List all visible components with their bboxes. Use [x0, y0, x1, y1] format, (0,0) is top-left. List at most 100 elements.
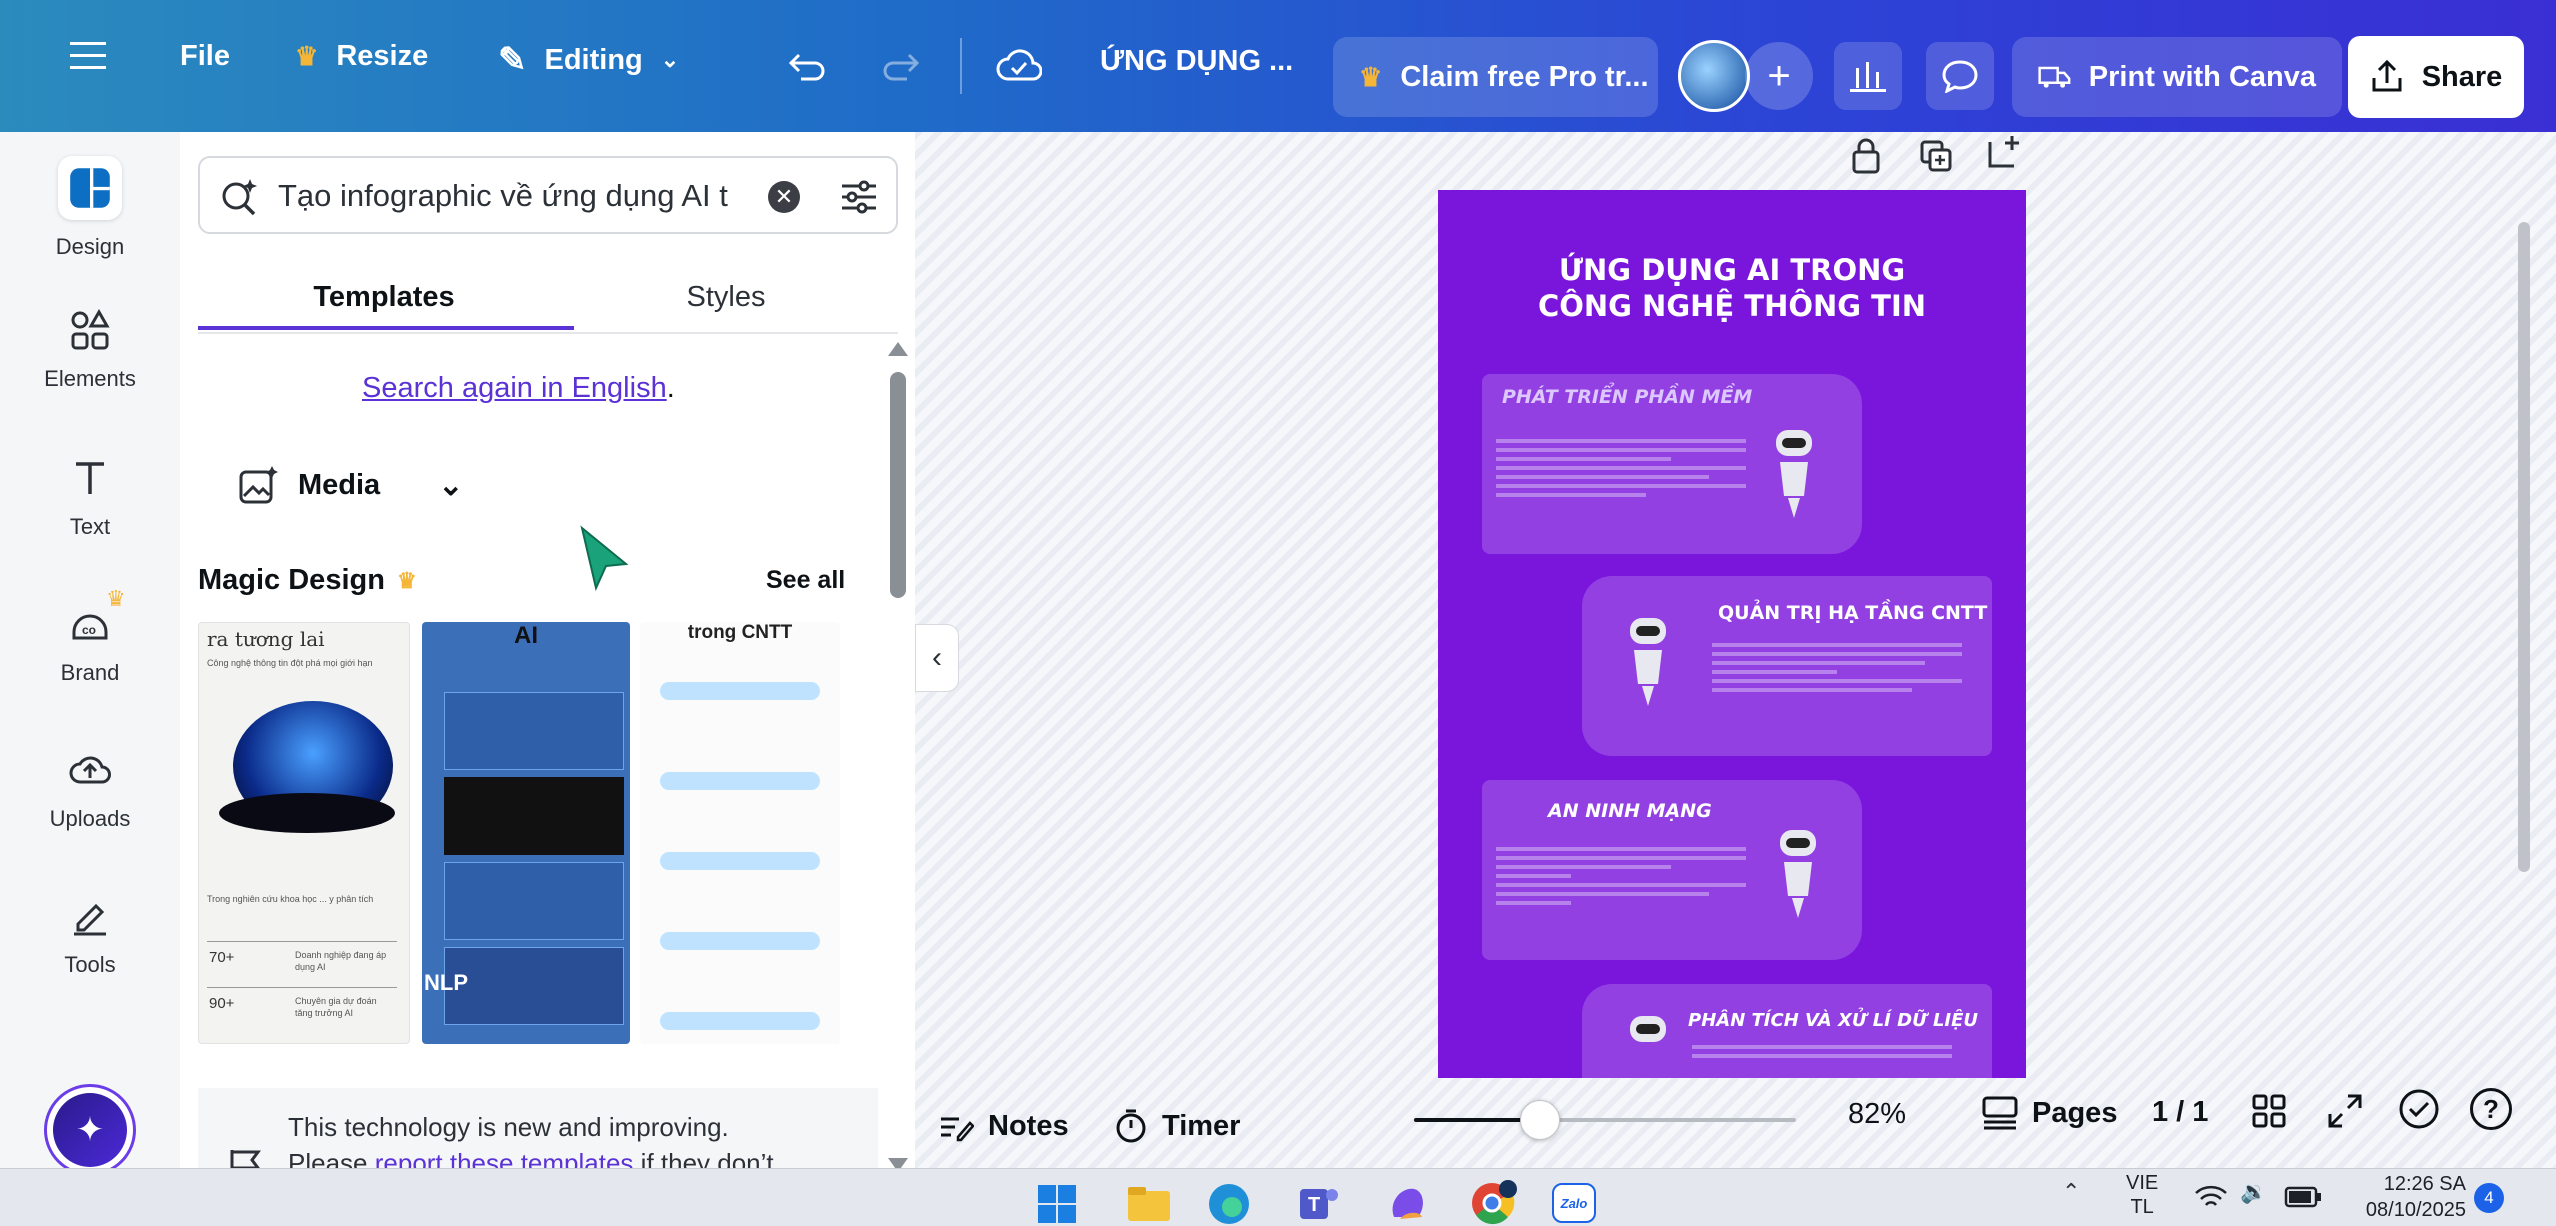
resize-label: Resize [336, 40, 429, 72]
clock[interactable]: 12:26 SA 08/10/2025 [2358, 1171, 2466, 1223]
magic-assistant-button[interactable]: ✦ [44, 1084, 136, 1176]
template-thumbnail-1[interactable]: ra tương lai Công nghệ thông tin đột phá… [198, 622, 410, 1044]
rail-item-text[interactable]: Text [0, 456, 180, 540]
pencil-icon: ✎ [498, 41, 527, 79]
template-thumbnail-3[interactable]: trong CNTT [640, 622, 840, 1044]
zoom-level[interactable]: 82% [1848, 1098, 1906, 1131]
text-icon [76, 462, 104, 494]
undo-icon[interactable] [782, 44, 832, 90]
windows-start-icon[interactable] [1036, 1183, 1078, 1225]
speaker-icon[interactable]: 🔉 [2240, 1179, 2267, 1205]
thumb-nlp-label: NLP [424, 970, 468, 995]
check-icon[interactable] [2398, 1088, 2440, 1130]
infographic-page[interactable]: ỨNG DỤNG AI TRONG CÔNG NGHỆ THÔNG TIN PH… [1438, 190, 2026, 1078]
share-icon [2372, 60, 2402, 92]
template-thumbnail-2[interactable]: AI NLP [422, 622, 630, 1044]
comment-icon[interactable] [1926, 42, 1994, 110]
scroll-up-arrow[interactable] [888, 342, 908, 356]
analytics-icon[interactable] [1834, 42, 1902, 110]
search-input[interactable]: Tạo infographic về ứng dụng AI t [278, 178, 728, 214]
pages-button[interactable]: Pages [1982, 1096, 2117, 1130]
section-title: PHÁT TRIỂN PHẦN MỀM [1502, 386, 1753, 408]
rail-label-brand: Brand [60, 660, 120, 685]
language-indicator[interactable]: VIE TL [2126, 1171, 2158, 1219]
editing-dropdown[interactable]: ✎ Editing ⌄ [498, 40, 679, 80]
pages-label: Pages [2032, 1096, 2118, 1129]
search-again-row: Search again in English. [362, 372, 675, 405]
rail-item-tools[interactable]: Tools [0, 894, 180, 978]
notes-button[interactable]: Notes [938, 1110, 1069, 1143]
rail-item-uploads[interactable]: Uploads [0, 748, 180, 832]
rail-item-design[interactable]: Design [0, 156, 180, 260]
grid-view-icon[interactable] [2252, 1094, 2286, 1128]
section-software-dev[interactable]: PHÁT TRIỂN PHẦN MỀM [1482, 374, 1862, 554]
notification-badge[interactable]: 4 [2474, 1183, 2504, 1213]
menu-icon[interactable] [62, 30, 114, 82]
thumb-card [444, 862, 624, 940]
pages-icon [1982, 1096, 2018, 1130]
media-filter-dropdown[interactable]: Media ⌄ [238, 464, 463, 506]
top-bar: File ♛ Resize ✎ Editing ⌄ ỨNG DỤNG ... ♛… [0, 0, 2556, 132]
lock-page-icon[interactable] [1848, 138, 1884, 174]
search-box[interactable]: Tạo infographic về ứng dụng AI t ✕ [198, 156, 898, 234]
teams-icon[interactable]: T [1296, 1181, 1342, 1226]
canvas-scrollbar[interactable] [2518, 222, 2530, 872]
crown-icon: ♛ [396, 567, 417, 593]
claim-pro-trial-button[interactable]: ♛ Claim free Pro tr... [1333, 37, 1658, 117]
rail-item-brand[interactable]: co Brand [0, 602, 180, 686]
tab-templates[interactable]: Templates [198, 262, 570, 332]
chevron-down-icon: ⌄ [438, 468, 464, 502]
copilot-icon[interactable] [1384, 1181, 1430, 1226]
cloud-saved-icon[interactable] [992, 40, 1046, 90]
document-title[interactable]: ỨNG DỤNG ... [1100, 45, 1293, 78]
wifi-icon[interactable] [2194, 1185, 2228, 1211]
zoom-slider[interactable] [1414, 1100, 1796, 1140]
battery-icon[interactable] [2284, 1185, 2322, 1209]
avatar[interactable] [1678, 40, 1750, 112]
active-tab-indicator [198, 326, 574, 330]
timer-button[interactable]: Timer [1114, 1108, 1240, 1144]
language-line-1: VIE [2126, 1172, 2159, 1194]
section-data-analysis[interactable]: PHÂN TÍCH VÀ XỬ LÍ DỮ LIỆU [1582, 984, 1992, 1078]
clear-search-icon[interactable]: ✕ [768, 181, 800, 213]
panel-scrollbar-thumb[interactable] [890, 372, 906, 598]
search-again-link[interactable]: Search again in English [362, 372, 667, 404]
thumb-card [444, 777, 624, 855]
chrome-icon[interactable] [1468, 1177, 1520, 1226]
tab-styles-label: Styles [686, 280, 766, 313]
zoom-slider-handle[interactable] [1520, 1100, 1560, 1140]
elements-icon [71, 308, 110, 350]
chevron-up-icon[interactable]: ⌃ [2062, 1179, 2080, 1205]
divider [207, 941, 397, 942]
section-title: PHÂN TÍCH VÀ XỬ LÍ DỮ LIỆU [1688, 1010, 1979, 1031]
side-rail: Design Elements Text co Brand ♛ Uploads … [0, 132, 180, 1202]
filter-icon[interactable] [838, 176, 880, 218]
share-button[interactable]: Share [2348, 36, 2524, 118]
edge-browser-icon[interactable] [1206, 1181, 1252, 1226]
truck-icon [2038, 66, 2071, 88]
robot-icon [1780, 830, 1816, 918]
redo-icon[interactable] [876, 44, 926, 90]
zalo-icon[interactable]: Zalo [1552, 1183, 1596, 1223]
section-it-infrastructure[interactable]: QUẢN TRỊ HẠ TẦNG CNTT [1582, 576, 1992, 756]
help-button[interactable]: ? [2470, 1088, 2512, 1130]
file-menu[interactable]: File [180, 40, 230, 73]
print-with-canva-button[interactable]: Print with Canva [2012, 37, 2342, 117]
see-all-link[interactable]: See all [766, 566, 845, 595]
resize-button[interactable]: ♛ Resize [295, 40, 428, 73]
templates-panel: Tạo infographic về ứng dụng AI t ✕ Templ… [180, 132, 915, 1202]
rail-label-elements: Elements [44, 366, 136, 391]
file-explorer-icon[interactable] [1126, 1183, 1172, 1223]
windows-taskbar: T Zalo ⌃ VIE TL 🔉 12:26 SA 08/10/2025 4 [0, 1168, 2556, 1226]
collapse-panel-button[interactable]: ‹ [915, 624, 959, 692]
tab-styles[interactable]: Styles [540, 262, 912, 332]
fullscreen-icon[interactable] [2326, 1092, 2364, 1130]
crown-icon: ♛ [295, 41, 319, 71]
duplicate-page-icon[interactable] [1918, 138, 1954, 174]
thumbnail-title: AI [514, 622, 538, 649]
section-cyber-security[interactable]: AN NINH MẠNG [1482, 780, 1862, 960]
add-collaborator-icon[interactable]: + [1745, 42, 1813, 110]
magic-design-label: Magic Design [198, 564, 385, 596]
add-page-icon[interactable] [1986, 134, 2022, 170]
rail-item-elements[interactable]: Elements [0, 308, 180, 392]
